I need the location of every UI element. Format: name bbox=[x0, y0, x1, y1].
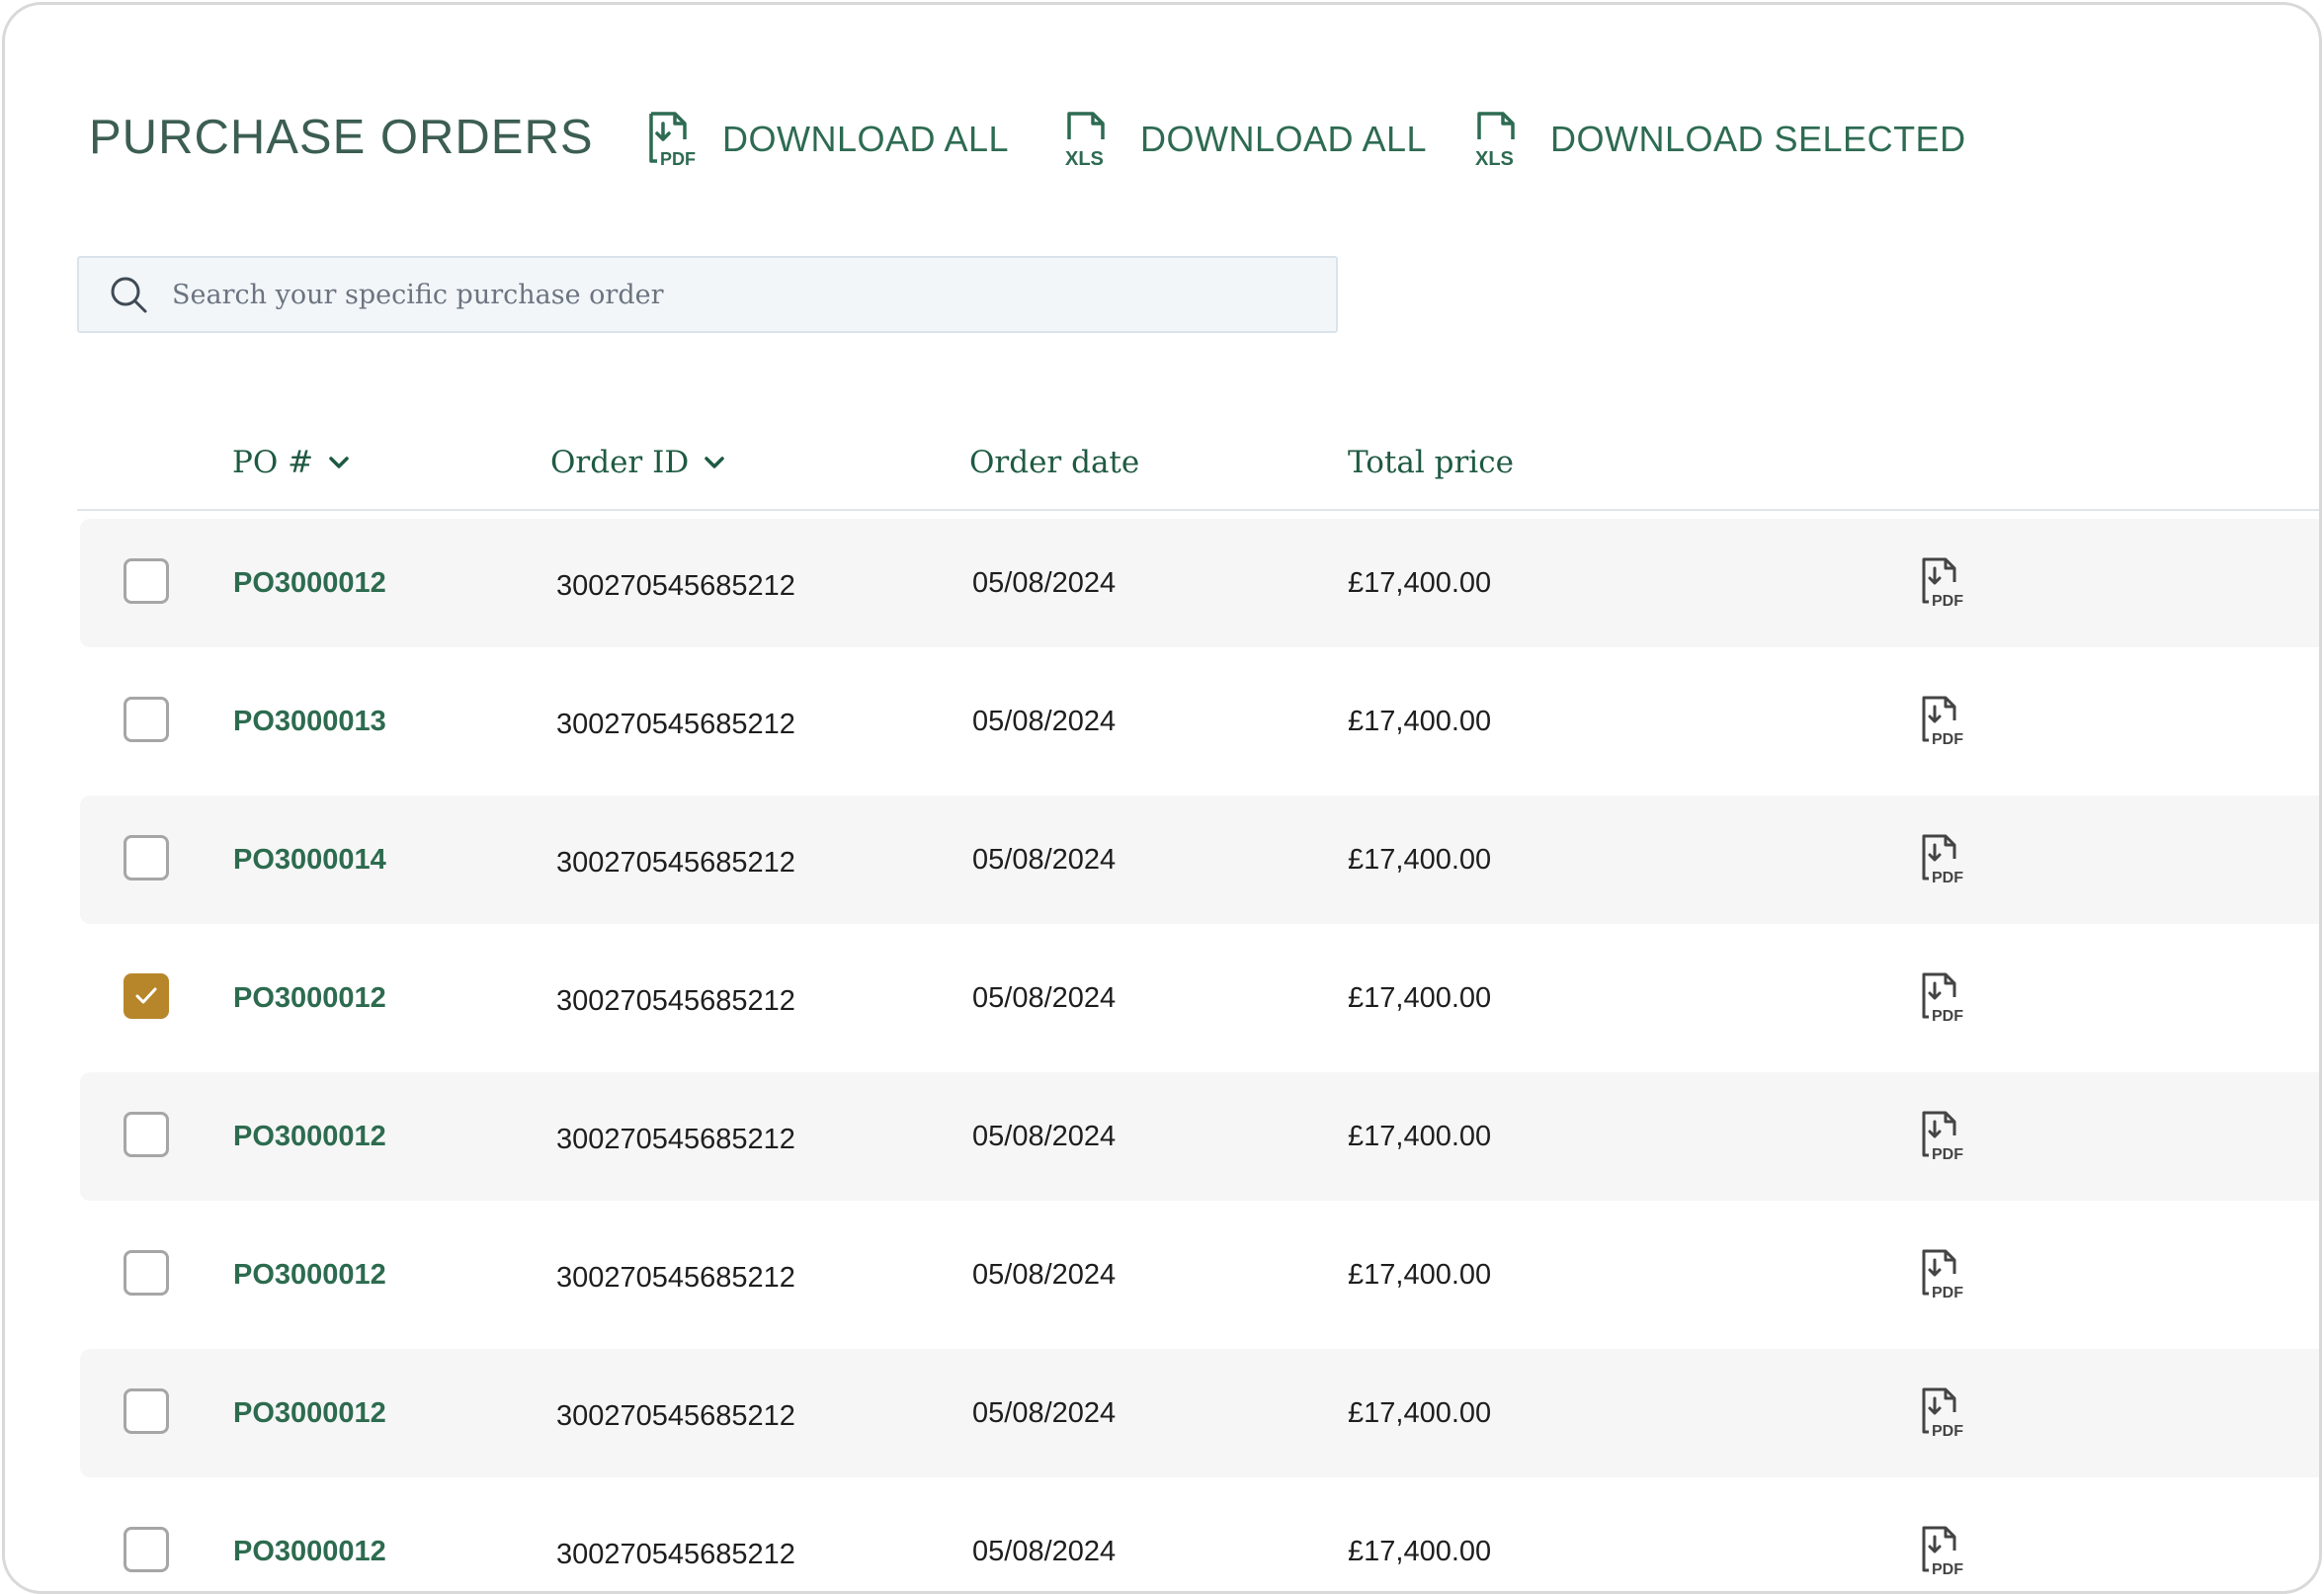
column-header-po-label: PO # bbox=[232, 445, 314, 480]
svg-text:PDF: PDF bbox=[1932, 1423, 1963, 1440]
total-price: £17,400.00 bbox=[1348, 1535, 1492, 1567]
total-price: £17,400.00 bbox=[1348, 1258, 1492, 1291]
order-id: 300270545685212 bbox=[556, 846, 795, 879]
row-pdf-download-icon[interactable]: PDF bbox=[1920, 1248, 1969, 1301]
column-header-order-date-label: Order date bbox=[969, 445, 1140, 480]
svg-text:PDF: PDF bbox=[1932, 1561, 1963, 1578]
order-date: 05/08/2024 bbox=[972, 1120, 1117, 1152]
search-bar bbox=[77, 256, 1338, 333]
row-checkbox[interactable] bbox=[124, 1527, 169, 1572]
table-row: PO3000012 300270545685212 05/08/2024 £17… bbox=[80, 1487, 2319, 1591]
svg-text:PDF: PDF bbox=[1932, 1008, 1963, 1025]
chevron-down-icon bbox=[705, 457, 724, 468]
order-date: 05/08/2024 bbox=[972, 705, 1117, 737]
total-price: £17,400.00 bbox=[1348, 705, 1492, 737]
order-id: 300270545685212 bbox=[556, 1123, 795, 1155]
row-pdf-download-icon[interactable]: PDF bbox=[1920, 1525, 1969, 1578]
total-price: £17,400.00 bbox=[1348, 1120, 1492, 1152]
download-all-xls-label: DOWNLOAD ALL bbox=[1140, 119, 1428, 159]
table-row: PO3000012 300270545685212 05/08/2024 £17… bbox=[80, 1349, 2319, 1477]
svg-text:XLS: XLS bbox=[1475, 148, 1514, 169]
table-row: PO3000012 300270545685212 05/08/2024 £17… bbox=[80, 934, 2319, 1062]
row-pdf-download-icon[interactable]: PDF bbox=[1920, 695, 1969, 748]
po-number[interactable]: PO3000012 bbox=[233, 1211, 386, 1339]
svg-text:PDF: PDF bbox=[1932, 731, 1963, 748]
column-header-order-id[interactable]: Order ID bbox=[550, 430, 726, 495]
po-number[interactable]: PO3000012 bbox=[233, 1072, 386, 1201]
download-all-pdf-button[interactable]: PDF DOWNLOAD ALL bbox=[645, 110, 1009, 169]
row-checkbox[interactable] bbox=[124, 1112, 169, 1157]
row-checkbox[interactable] bbox=[124, 697, 169, 742]
app-window: PURCHASE ORDERS PDF DOWNLOAD ALL XLS DOW… bbox=[2, 2, 2322, 1594]
column-header-order-date: Order date bbox=[969, 430, 1139, 495]
row-checkbox[interactable] bbox=[124, 558, 169, 604]
table-row: PO3000012 300270545685212 05/08/2024 £17… bbox=[80, 1211, 2319, 1339]
order-date: 05/08/2024 bbox=[972, 1396, 1117, 1429]
checkmark-icon bbox=[135, 987, 157, 1004]
table-row: PO3000012 300270545685212 05/08/2024 £17… bbox=[80, 1072, 2319, 1201]
svg-text:XLS: XLS bbox=[1065, 148, 1104, 169]
table-row: PO3000012 300270545685212 05/08/2024 £17… bbox=[80, 519, 2319, 647]
po-number[interactable]: PO3000014 bbox=[233, 796, 386, 924]
order-id: 300270545685212 bbox=[556, 984, 795, 1017]
order-id: 300270545685212 bbox=[556, 708, 795, 740]
chevron-down-icon bbox=[329, 457, 349, 468]
xls-download-icon: XLS bbox=[1065, 112, 1105, 169]
svg-text:PDF: PDF bbox=[1932, 1146, 1963, 1163]
page-title: PURCHASE ORDERS bbox=[89, 111, 594, 164]
order-id: 300270545685212 bbox=[556, 569, 795, 602]
download-all-xls-button[interactable]: XLS DOWNLOAD ALL bbox=[1063, 110, 1427, 169]
svg-text:PDF: PDF bbox=[1932, 593, 1963, 610]
order-id: 300270545685212 bbox=[556, 1538, 795, 1570]
total-price: £17,400.00 bbox=[1348, 981, 1492, 1014]
row-pdf-download-icon[interactable]: PDF bbox=[1920, 971, 1969, 1025]
order-id: 300270545685212 bbox=[556, 1261, 795, 1294]
row-checkbox[interactable] bbox=[124, 835, 169, 881]
row-pdf-download-icon[interactable]: PDF bbox=[1920, 833, 1969, 886]
svg-text:PDF: PDF bbox=[1932, 870, 1963, 886]
search-input[interactable] bbox=[170, 278, 1310, 311]
po-number[interactable]: PO3000012 bbox=[233, 934, 386, 1062]
table-header: PO # Order ID Order date Total price bbox=[77, 430, 2319, 511]
po-number[interactable]: PO3000012 bbox=[233, 519, 386, 647]
order-id: 300270545685212 bbox=[556, 1399, 795, 1432]
column-header-order-id-label: Order ID bbox=[550, 445, 690, 480]
total-price: £17,400.00 bbox=[1348, 843, 1492, 876]
order-date: 05/08/2024 bbox=[972, 1535, 1117, 1567]
row-checkbox[interactable] bbox=[124, 1388, 169, 1434]
download-all-pdf-label: DOWNLOAD ALL bbox=[722, 119, 1010, 159]
column-header-total-price: Total price bbox=[1348, 430, 1514, 495]
table-row: PO3000013 300270545685212 05/08/2024 £17… bbox=[80, 657, 2319, 786]
row-pdf-download-icon[interactable]: PDF bbox=[1920, 556, 1969, 610]
download-selected-label: DOWNLOAD SELECTED bbox=[1550, 119, 1966, 159]
download-selected-button[interactable]: XLS DOWNLOAD SELECTED bbox=[1473, 110, 1966, 169]
total-price: £17,400.00 bbox=[1348, 1396, 1492, 1429]
svg-text:PDF: PDF bbox=[1932, 1285, 1963, 1301]
po-number[interactable]: PO3000013 bbox=[233, 657, 386, 786]
po-number[interactable]: PO3000012 bbox=[233, 1487, 386, 1591]
search-icon bbox=[111, 277, 147, 313]
order-date: 05/08/2024 bbox=[972, 843, 1117, 876]
order-date: 05/08/2024 bbox=[972, 1258, 1117, 1291]
row-pdf-download-icon[interactable]: PDF bbox=[1920, 1386, 1969, 1440]
row-checkbox-checked[interactable] bbox=[124, 973, 169, 1019]
row-checkbox[interactable] bbox=[124, 1250, 169, 1296]
pdf-download-icon: PDF bbox=[649, 112, 696, 169]
order-date: 05/08/2024 bbox=[972, 566, 1117, 599]
table-row: PO3000014 300270545685212 05/08/2024 £17… bbox=[80, 796, 2319, 924]
column-header-total-price-label: Total price bbox=[1348, 445, 1514, 480]
xls-download-icon: XLS bbox=[1475, 112, 1515, 169]
order-date: 05/08/2024 bbox=[972, 981, 1117, 1014]
column-header-po[interactable]: PO # bbox=[232, 430, 351, 495]
po-number[interactable]: PO3000012 bbox=[233, 1349, 386, 1477]
svg-text:PDF: PDF bbox=[660, 149, 696, 169]
total-price: £17,400.00 bbox=[1348, 566, 1492, 599]
row-pdf-download-icon[interactable]: PDF bbox=[1920, 1110, 1969, 1163]
